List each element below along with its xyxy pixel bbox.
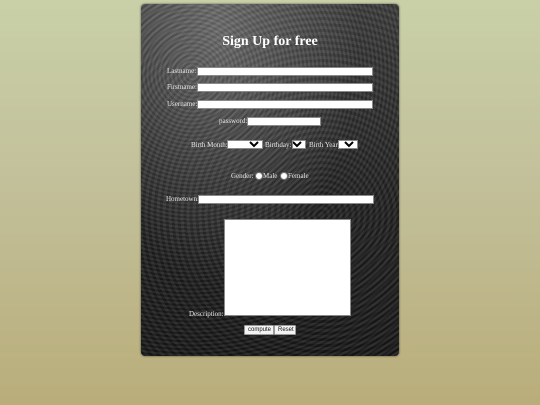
birth-month-label: Birth Month: [191, 141, 228, 149]
description-label: Description: [189, 310, 224, 318]
gender-female-label: Female [288, 172, 309, 180]
birthday-label: Birthday: [265, 141, 292, 149]
username-field[interactable] [197, 100, 373, 109]
gender-female-radio[interactable] [280, 172, 288, 180]
password-label: password: [219, 117, 248, 125]
compute-button[interactable]: compute [244, 325, 274, 335]
reset-button[interactable]: Reset [274, 325, 296, 335]
lastname-field[interactable] [197, 67, 373, 76]
signup-panel: Sign Up for free Lastname: Firstname: Us… [141, 4, 399, 356]
birthday-select[interactable] [292, 140, 306, 149]
gender-male-radio[interactable] [255, 172, 263, 180]
firstname-field[interactable] [197, 83, 373, 92]
username-label: Username: [167, 100, 198, 108]
gender-male-label: Male [263, 172, 278, 180]
password-field[interactable] [247, 117, 321, 126]
birth-year-select[interactable] [338, 140, 358, 149]
firstname-label: Firstname: [167, 83, 197, 91]
hometown-field[interactable] [198, 195, 374, 204]
birth-year-label: Birth Year: [309, 141, 340, 149]
lastname-label: Lastname: [167, 67, 197, 75]
hometown-label: Hometown: [166, 195, 200, 203]
gender-label: Gender: [231, 172, 254, 180]
page-title: Sign Up for free [222, 34, 318, 49]
birth-month-select[interactable] [227, 140, 263, 149]
description-textarea[interactable] [224, 219, 351, 316]
